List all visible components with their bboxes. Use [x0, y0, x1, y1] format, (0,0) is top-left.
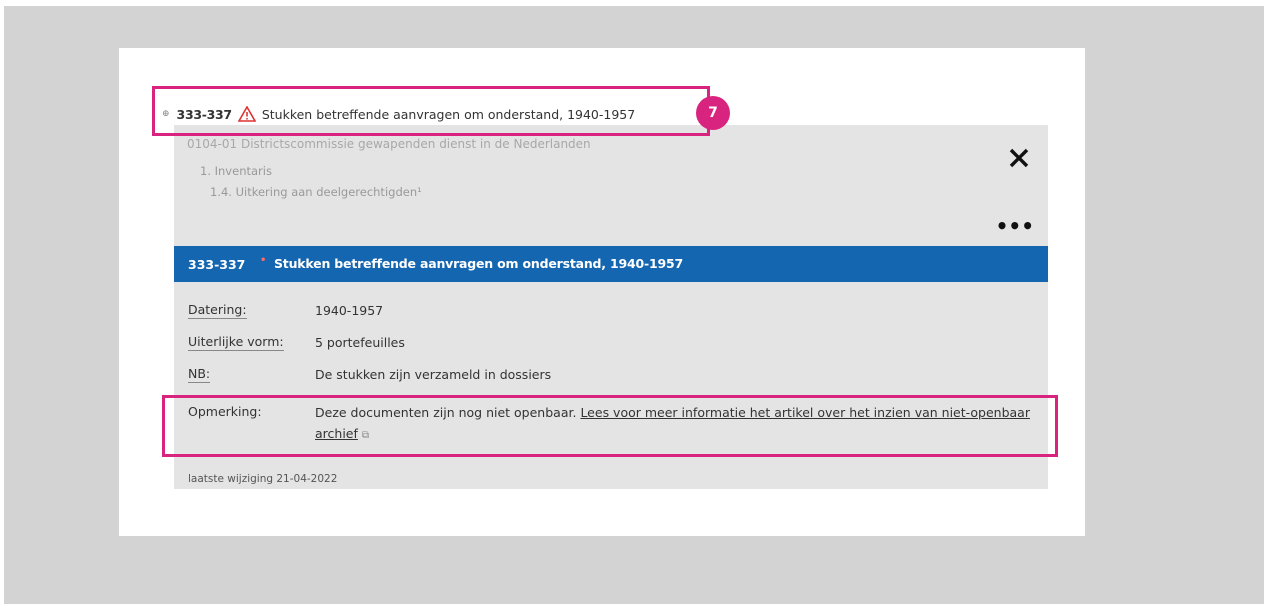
- field-value-nb: De stukken zijn verzameld in dossiers: [315, 367, 552, 382]
- last-modified: laatste wijziging 21-04-2022: [188, 473, 338, 485]
- field-label-nb[interactable]: NB:: [188, 366, 211, 383]
- field-value-uiterlijke-vorm: 5 portefeuilles: [315, 335, 405, 350]
- status-dot-icon: •: [260, 255, 267, 266]
- step-badge: 7: [696, 96, 730, 130]
- breadcrumb-uitkering[interactable]: 1.4. Uitkering aan deelgerechtigden¹: [210, 185, 422, 199]
- archive-name[interactable]: 0104-01 Districtscommissie gewapenden di…: [187, 137, 591, 151]
- breadcrumb-inventaris[interactable]: 1. Inventaris: [200, 164, 272, 178]
- field-value-datering: 1940-1957: [315, 303, 384, 318]
- bar-code: 333-337: [188, 257, 246, 272]
- record-title-bar: 333-337 • Stukken betreffende aanvragen …: [174, 246, 1048, 282]
- highlight-box-header: [152, 86, 710, 136]
- bar-title: Stukken betreffende aanvragen om onderst…: [274, 256, 683, 271]
- highlight-box-opmerking: [162, 395, 1058, 457]
- more-icon[interactable]: •••: [996, 216, 1034, 236]
- field-label-uiterlijke-vorm[interactable]: Uiterlijke vorm:: [188, 334, 284, 351]
- close-icon[interactable]: [1008, 147, 1030, 169]
- field-label-datering[interactable]: Datering:: [188, 302, 247, 319]
